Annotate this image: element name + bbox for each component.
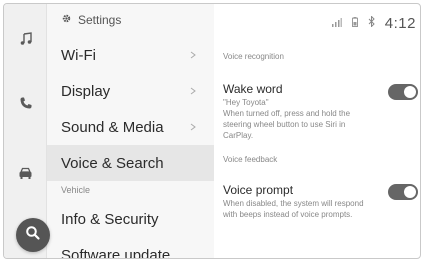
- car-icon[interactable]: [4, 161, 47, 185]
- chevron-right-icon: [186, 84, 200, 98]
- settings-item-label: Sound & Media: [61, 118, 164, 136]
- section-label-voice-recognition: Voice recognition: [223, 52, 284, 61]
- wake-word-description: "Hey Toyota" When turned off, press and …: [223, 98, 351, 140]
- detail-panel: Voice recognition Wake word "Hey Toyota"…: [220, 4, 420, 258]
- gear-icon: [61, 13, 72, 27]
- settings-item-display[interactable]: Display: [47, 73, 214, 109]
- search-icon: [25, 225, 41, 246]
- settings-item-label: Info & Security: [61, 210, 159, 228]
- settings-item-info-security[interactable]: Info & Security: [47, 201, 214, 237]
- section-label-voice-feedback: Voice feedback: [223, 155, 278, 164]
- voice-prompt-toggle[interactable]: [388, 184, 418, 200]
- settings-item-software-update[interactable]: Software update: [47, 237, 214, 259]
- chevron-right-icon: [186, 120, 200, 134]
- phone-icon[interactable]: [4, 91, 47, 115]
- settings-item-wifi[interactable]: Wi-Fi: [47, 37, 214, 73]
- settings-header: Settings: [61, 13, 121, 27]
- wake-word-toggle[interactable]: [388, 84, 418, 100]
- settings-item-label: Voice & Search: [61, 154, 164, 172]
- settings-menu: Settings Wi-Fi Display Sound & Media Voi…: [47, 4, 214, 258]
- wake-word-title: Wake word: [223, 82, 283, 96]
- search-button[interactable]: [16, 218, 50, 252]
- settings-item-label: Software update: [61, 246, 171, 259]
- settings-item-sound-media[interactable]: Sound & Media: [47, 109, 214, 145]
- voice-prompt-description: When disabled, the system will respond w…: [223, 199, 364, 219]
- music-icon[interactable]: [4, 27, 47, 51]
- section-label-vehicle: Vehicle: [61, 185, 91, 195]
- settings-item-label: Display: [61, 82, 111, 100]
- voice-prompt-title: Voice prompt: [223, 183, 294, 197]
- settings-item-voice-search[interactable]: Voice & Search: [47, 145, 214, 181]
- page-title: Settings: [78, 13, 122, 27]
- screen-frame: Settings Wi-Fi Display Sound & Media Voi…: [3, 3, 421, 259]
- toggle-knob: [404, 186, 416, 198]
- toggle-knob: [404, 86, 416, 98]
- settings-item-label: Wi-Fi: [61, 46, 96, 64]
- chevron-right-icon: [186, 48, 200, 62]
